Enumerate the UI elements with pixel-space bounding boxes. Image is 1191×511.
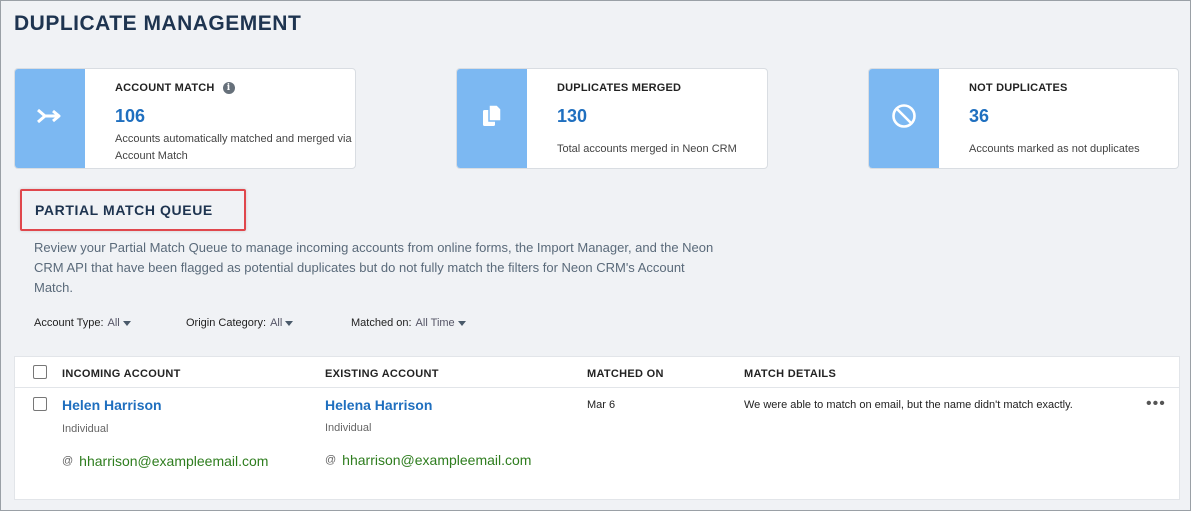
matched-on-filter-value[interactable]: All Time (416, 317, 455, 329)
column-header-matched-on[interactable]: MATCHED ON (587, 368, 664, 380)
row-checkbox[interactable] (33, 397, 47, 411)
existing-account-name-link[interactable]: Helena Harrison (325, 397, 432, 413)
prohibited-icon (891, 103, 917, 134)
matched-on-date: Mar 6 (587, 399, 616, 411)
info-icon[interactable]: i (222, 82, 235, 94)
column-header-existing[interactable]: EXISTING ACCOUNT (325, 368, 439, 380)
not-duplicates-label: NOT DUPLICATES (969, 82, 1068, 94)
incoming-account-name-link[interactable]: Helen Harrison (62, 397, 162, 413)
not-duplicates-description: Accounts marked as not duplicates (969, 143, 1140, 155)
caret-down-icon[interactable] (285, 320, 294, 326)
header-divider (15, 387, 1179, 388)
not-duplicates-count: 36 (969, 106, 990, 126)
account-match-card: ACCOUNT MATCH i 106 Accounts automatical… (14, 68, 356, 169)
incoming-account-email: @ hharrison@exampleemail.com (62, 453, 268, 469)
more-options-icon[interactable]: ••• (1146, 395, 1166, 413)
account-match-description: Accounts automatically matched and merge… (115, 133, 352, 162)
account-type-filter[interactable]: Account Type: All (34, 317, 131, 329)
existing-account-email-text: hharrison@exampleemail.com (342, 452, 532, 468)
duplicates-merged-description: Total accounts merged in Neon CRM (557, 143, 737, 155)
existing-account-type: Individual (325, 422, 372, 434)
queue-title-highlight: PARTIAL MATCH QUEUE (20, 189, 246, 231)
page-title: DUPLICATE MANAGEMENT (14, 12, 302, 35)
duplicates-merged-count: 130 (557, 106, 588, 126)
match-details-text: We were able to match on email, but the … (744, 399, 1073, 411)
at-icon: @ (62, 455, 74, 467)
not-duplicates-card: NOT DUPLICATES 36 Accounts marked as not… (868, 68, 1179, 169)
origin-category-filter[interactable]: Origin Category: All (186, 317, 294, 329)
account-type-filter-value[interactable]: All (108, 317, 120, 329)
incoming-account-type: Individual (62, 423, 109, 435)
origin-category-filter-value[interactable]: All (270, 317, 282, 329)
origin-category-filter-label: Origin Category: (186, 317, 267, 329)
copy-documents-icon (481, 103, 503, 134)
duplicates-merged-card: DUPLICATES MERGED 130 Total accounts mer… (456, 68, 768, 169)
column-header-incoming[interactable]: INCOMING ACCOUNT (62, 368, 181, 380)
merge-arrow-icon (36, 106, 64, 131)
existing-account-email: @ hharrison@exampleemail.com (325, 452, 531, 468)
account-match-count: 106 (115, 106, 146, 126)
account-match-label: ACCOUNT MATCH (115, 82, 215, 94)
duplicates-merged-label: DUPLICATES MERGED (557, 82, 682, 94)
incoming-account-email-text: hharrison@exampleemail.com (79, 453, 269, 469)
partial-match-table: INCOMING ACCOUNT EXISTING ACCOUNT MATCHE… (14, 356, 1180, 500)
column-header-match-details[interactable]: MATCH DETAILS (744, 368, 836, 380)
queue-title: PARTIAL MATCH QUEUE (35, 202, 213, 218)
account-type-filter-label: Account Type: (34, 317, 104, 329)
select-all-checkbox[interactable] (33, 365, 47, 379)
matched-on-filter[interactable]: Matched on: All Time (351, 317, 466, 329)
at-icon: @ (325, 454, 337, 466)
page-frame: DUPLICATE MANAGEMENT ACCOUNT MATCH i 106… (0, 0, 1191, 511)
caret-down-icon[interactable] (457, 320, 466, 326)
matched-on-filter-label: Matched on: (351, 317, 412, 329)
caret-down-icon[interactable] (122, 320, 131, 326)
queue-description: Review your Partial Match Queue to manag… (34, 240, 714, 295)
